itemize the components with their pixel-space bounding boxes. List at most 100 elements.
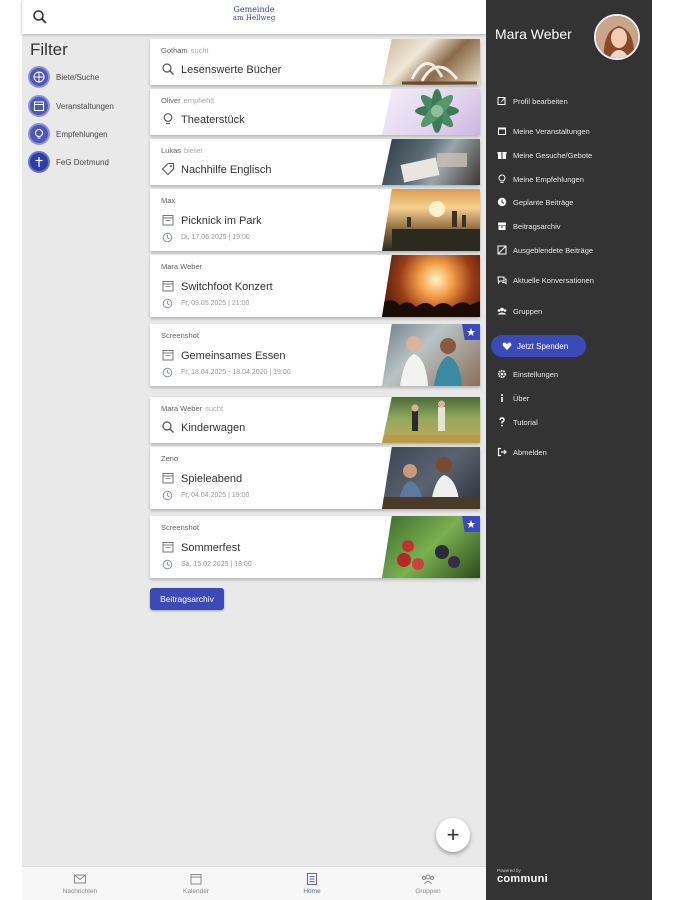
featured-star-icon: ★ [462,516,480,532]
filter-label: Veranstaltungen [56,101,114,111]
exchange-icon [28,66,50,88]
clock-icon [162,559,173,570]
archive-button[interactable]: Beitragsarchiv [150,588,224,610]
post-card[interactable]: Screenshot Sommerfest Sa, 15.02.2025 | 1… [150,516,480,578]
post-title: Lesenswerte Bücher [181,64,282,76]
avatar[interactable] [594,14,640,60]
menu-label: Einstellungen [513,369,559,379]
menu-geplante-beitraege[interactable]: Geplante Beiträge [497,195,573,209]
menu-gruppen[interactable]: Gruppen [497,304,542,318]
bottom-navigation: Nachrichten Kalender Home Gruppen [22,866,486,900]
post-image [382,447,480,509]
filter-feg-dortmund[interactable]: FeG Dortmund [28,150,150,174]
post-card[interactable]: Zeno Spieleabend Fr, 04.04.2025 | 19:00 [150,447,480,509]
menu-abmelden[interactable]: Abmelden [497,445,547,459]
nav-kalender[interactable]: Kalender [138,867,254,900]
post-image [382,255,480,317]
menu-einstellungen[interactable]: Einstellungen [497,367,558,381]
menu-label: Meine Gesuche/Gebote [513,150,593,160]
mail-icon [74,874,86,884]
post-title: Spieleabend [181,473,243,485]
menu-label: Über [513,393,530,403]
post-author[interactable]: Mara Weber [161,404,202,413]
hidden-icon [497,245,507,255]
post-author[interactable]: Screenshot [161,523,199,532]
post-date: Di, 17.06.2025 | 19:00 [181,234,250,241]
lightbulb-icon [163,113,173,125]
post-image [382,89,480,135]
menu-meine-empfehlungen[interactable]: Meine Empfehlungen [497,172,584,186]
menu-meine-gesuche-gebote[interactable]: Meine Gesuche/Gebote [497,148,592,162]
menu-aktuelle-konversationen[interactable]: Aktuelle Konversationen [497,273,594,287]
post-title: Kinderwagen [181,422,246,434]
post-meta: Gotham sucht [161,46,209,55]
post-card[interactable]: Gotham sucht Lesenswerte Bücher [150,39,480,85]
screen: Gemeinde am Hellweg Filter Biete/Suche V… [0,0,675,900]
calendar-icon [162,542,174,553]
menu-ueber[interactable]: Über [497,391,529,405]
menu-ausgeblendete-beitraege[interactable]: Ausgeblendete Beiträge [497,243,593,257]
clock-icon [162,490,173,501]
post-image [382,39,480,85]
menu-label: Beitragsarchiv [513,221,561,231]
nav-label: Nachrichten [62,888,98,895]
post-author[interactable]: Screenshot [161,331,199,340]
donate-label: Jetzt Spenden [517,341,569,351]
post-author[interactable]: Zeno [161,454,178,463]
menu-profil-bearbeiten[interactable]: Profil bearbeiten [497,94,568,108]
church-logo[interactable]: Gemeinde am Hellweg [222,6,286,28]
menu-beitragsarchiv[interactable]: Beitragsarchiv [497,219,561,233]
post-card[interactable]: Screenshot Gemeinsames Essen Fr, 18.04.2… [150,324,480,386]
post-author[interactable]: Mara Weber [161,262,202,271]
filter-biete-suche[interactable]: Biete/Suche [28,65,150,89]
post-action: empfiehlt [183,96,215,105]
calendar-icon [162,473,174,484]
menu-label: Ausgeblendete Beiträge [513,245,594,255]
logo-line1: Gemeinde [233,5,275,14]
post-meta: Mara Weber [161,262,205,271]
nav-label: Home [303,888,321,895]
nav-gruppen[interactable]: Gruppen [370,867,486,900]
calendar-icon [28,95,50,117]
post-card[interactable]: Mara Weber Switchfoot Konzert Fr, 09.05.… [150,255,480,317]
post-card[interactable]: Max Picknick im Park Di, 17.06.2025 | 19… [150,189,480,251]
post-author[interactable]: Lukas [161,146,181,155]
post-title: Sommerfest [181,542,241,554]
filter-label: Empfehlungen [56,129,108,139]
post-image [382,397,480,443]
question-icon [499,417,505,427]
nav-home[interactable]: Home [254,867,370,900]
group-icon [497,307,507,315]
post-meta: Oliver empfiehlt [161,96,214,105]
nav-nachrichten[interactable]: Nachrichten [22,867,138,900]
church-icon [28,151,50,173]
calendar-icon [190,874,202,885]
menu-tutorial[interactable]: Tutorial [497,415,538,429]
side-drawer: Mara Weber Profil bearbeiten Meine Veran… [486,0,652,900]
filter-empfehlungen[interactable]: Empfehlungen [28,122,150,146]
search-icon[interactable] [32,9,48,25]
calendar-icon [162,215,174,226]
logo-line2: am Hellweg [232,14,276,22]
donate-button[interactable]: Jetzt Spenden [491,335,586,357]
post-title: Picknick im Park [181,215,262,227]
post-title: Gemeinsames Essen [181,350,286,362]
filter-veranstaltungen[interactable]: Veranstaltungen [28,94,150,118]
menu-meine-veranstaltungen[interactable]: Meine Veranstaltungen [497,124,590,138]
post-author[interactable]: Oliver [161,96,181,105]
add-post-button[interactable]: + [436,818,470,852]
chat-icon [497,276,507,285]
lightbulb-icon [498,174,506,183]
post-image [382,189,480,251]
post-author[interactable]: Gotham [161,46,188,55]
post-author[interactable]: Max [161,196,175,205]
post-action: sucht [190,46,209,55]
calendar-icon [498,127,506,135]
search-icon [162,63,174,75]
post-meta: Screenshot [161,523,202,532]
communi-logo: communi [497,873,548,885]
post-card[interactable]: Lukas bietet Nachhilfe Englisch [150,139,480,185]
post-card[interactable]: Mara Weber sucht Kinderwagen [150,397,480,443]
post-card[interactable]: Oliver empfiehlt Theaterstück [150,89,480,135]
post-meta: Screenshot [161,331,202,340]
